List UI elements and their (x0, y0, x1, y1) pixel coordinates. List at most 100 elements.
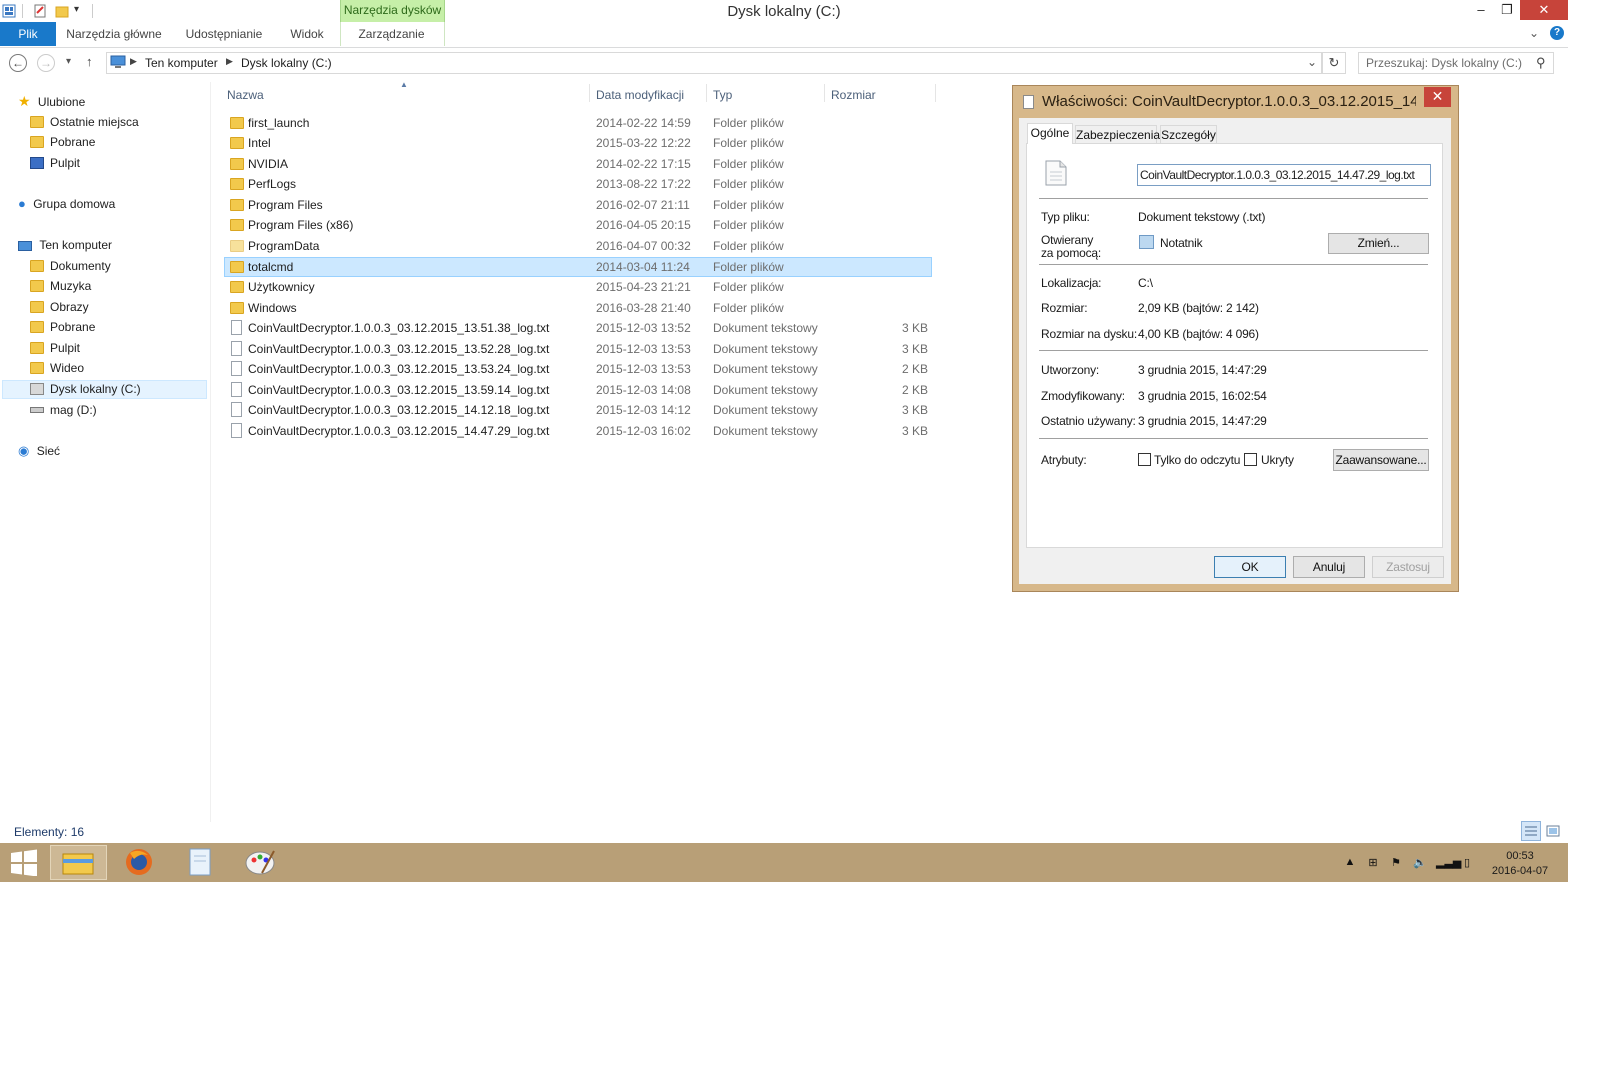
tab-share[interactable]: Udostępnianie (176, 22, 272, 46)
file-date: 2015-12-03 16:02 (596, 424, 691, 438)
file-row[interactable]: CoinVaultDecryptor.1.0.0.3_03.12.2015_13… (224, 359, 932, 379)
column-divider[interactable] (935, 84, 936, 102)
details-view-button[interactable] (1521, 821, 1541, 841)
action-center-icon[interactable]: ⊞ (1366, 856, 1380, 869)
restore-button[interactable]: ❐ (1492, 0, 1522, 22)
column-divider[interactable] (824, 84, 825, 102)
recent-locations-icon[interactable]: ▾ (66, 56, 71, 67)
nav-local-disk[interactable]: Dysk lokalny (C:) (30, 379, 141, 399)
file-size: 3 KB (901, 321, 928, 335)
nav-downloads-pc[interactable]: Pobrane (30, 317, 95, 337)
start-button[interactable] (10, 849, 38, 879)
file-row[interactable]: ProgramData 2016-04-07 00:32 Folder plik… (224, 236, 932, 256)
nav-label: Ulubione (37, 95, 86, 109)
file-row[interactable]: CoinVaultDecryptor.1.0.0.3_03.12.2015_13… (224, 380, 932, 400)
videos-icon (30, 362, 44, 374)
ok-button[interactable]: OK (1214, 556, 1286, 578)
tab-details[interactable]: Szczegóły (1160, 125, 1217, 144)
dialog-close-button[interactable]: ✕ (1424, 87, 1451, 107)
nav-favorites[interactable]: ★ Ulubione (18, 91, 85, 111)
file-row[interactable]: PerfLogs 2013-08-22 17:22 Folder plików (224, 174, 932, 194)
file-date: 2015-03-22 12:22 (596, 136, 691, 150)
file-row[interactable]: CoinVaultDecryptor.1.0.0.3_03.12.2015_14… (224, 421, 932, 441)
tab-home[interactable]: Narzędzia główne (62, 22, 166, 46)
column-divider[interactable] (589, 84, 590, 102)
search-icon[interactable]: ⚲ (1536, 55, 1546, 71)
file-row[interactable]: CoinVaultDecryptor.1.0.0.3_03.12.2015_13… (224, 339, 932, 359)
nav-videos[interactable]: Wideo (30, 358, 84, 378)
nav-homegroup[interactable]: ● Grupa domowa (18, 194, 115, 214)
nav-desktop-pc[interactable]: Pulpit (30, 338, 80, 358)
nav-label: Sieć (36, 444, 61, 458)
nav-pictures[interactable]: Obrazy (30, 297, 89, 317)
tab-file[interactable]: Plik (0, 22, 56, 46)
show-hidden-icons-icon[interactable]: ▲ (1343, 856, 1357, 868)
file-row[interactable]: Intel 2015-03-22 12:22 Folder plików (224, 133, 932, 153)
file-row[interactable]: CoinVaultDecryptor.1.0.0.3_03.12.2015_14… (224, 400, 932, 420)
file-row[interactable]: NVIDIA 2014-02-22 17:15 Folder plików (224, 154, 932, 174)
taskbar-notepad[interactable] (172, 845, 229, 880)
nav-desktop[interactable]: Pulpit (30, 153, 80, 173)
flag-icon[interactable]: ⚑ (1389, 856, 1403, 869)
network-signal-icon[interactable]: ▂▃▅ (1436, 856, 1461, 869)
tab-view[interactable]: Widok (282, 22, 332, 46)
nav-documents[interactable]: Dokumenty (30, 256, 111, 276)
up-button[interactable]: ↑ (86, 54, 93, 69)
file-type: Folder plików (713, 280, 784, 294)
file-date: 2015-04-23 21:21 (596, 280, 691, 294)
taskbar-paint[interactable] (232, 845, 289, 880)
file-name: Intel (248, 136, 271, 150)
folder-icon (230, 117, 244, 129)
nav-this-pc[interactable]: Ten komputer (18, 235, 112, 255)
nav-music[interactable]: Muzyka (30, 276, 91, 296)
hidden-checkbox[interactable] (1244, 453, 1257, 466)
taskbar-file-explorer[interactable] (50, 845, 107, 880)
large-icons-view-button[interactable] (1545, 823, 1561, 839)
column-header-size[interactable]: Rozmiar (831, 88, 876, 102)
cancel-button[interactable]: Anuluj (1293, 556, 1365, 578)
file-row[interactable]: Windows 2016-03-28 21:40 Folder plików (224, 298, 932, 318)
back-button[interactable]: ← (9, 54, 27, 72)
nav-drive-d[interactable]: mag (D:) (30, 400, 97, 420)
forward-button[interactable]: → (37, 54, 55, 72)
file-row[interactable]: Program Files (x86) 2016-04-05 20:15 Fol… (224, 215, 932, 235)
column-divider[interactable] (706, 84, 707, 102)
nav-downloads[interactable]: Pobrane (30, 132, 95, 152)
file-row[interactable]: CoinVaultDecryptor.1.0.0.3_03.12.2015_13… (224, 318, 932, 338)
tab-general[interactable]: Ogólne (1027, 123, 1073, 144)
file-row[interactable]: Program Files 2016-02-07 21:11 Folder pl… (224, 195, 932, 215)
column-header-name[interactable]: Nazwa (227, 88, 264, 102)
recent-places-icon (30, 116, 44, 128)
breadcrumb-local-disk[interactable]: Dysk lokalny (C:) (241, 56, 332, 70)
file-date: 2016-02-07 21:11 (596, 198, 690, 212)
folder-icon (230, 199, 244, 211)
column-header-date[interactable]: Data modyfikacji (596, 88, 684, 102)
refresh-button[interactable]: ↻ (1322, 52, 1346, 74)
column-header-type[interactable]: Typ (713, 88, 732, 102)
close-button[interactable]: ✕ (1520, 0, 1568, 20)
address-dropdown-icon[interactable]: ⌄ (1307, 55, 1317, 69)
readonly-checkbox[interactable] (1138, 453, 1151, 466)
tab-security[interactable]: Zabezpieczenia (1075, 125, 1160, 144)
taskbar-firefox[interactable] (110, 845, 167, 880)
volume-icon[interactable]: 🔈 (1413, 856, 1427, 869)
nav-recent-places[interactable]: Ostatnie miejsca (30, 112, 139, 132)
advanced-button[interactable]: Zaawansowane... (1333, 449, 1429, 471)
nav-network[interactable]: ◉ Sieć (18, 441, 60, 461)
breadcrumb-chevron-icon: ▶ (130, 56, 137, 66)
apply-button[interactable]: Zastosuj (1372, 556, 1444, 578)
folder-icon (230, 302, 244, 314)
file-row-selected[interactable]: totalcmd 2014-03-04 11:24 Folder plików (224, 257, 932, 277)
file-row[interactable]: first_launch 2014-02-22 14:59 Folder pli… (224, 113, 932, 133)
battery-icon[interactable]: ▯ (1460, 856, 1474, 869)
help-icon[interactable]: ? (1550, 26, 1564, 40)
ribbon-expand-icon[interactable]: ⌄ (1529, 26, 1539, 40)
tab-manage[interactable]: Zarządzanie (341, 22, 442, 46)
nav-label: Dysk lokalny (C:) (50, 382, 141, 396)
change-button[interactable]: Zmień... (1328, 233, 1429, 254)
filename-field[interactable]: CoinVaultDecryptor.1.0.0.3_03.12.2015_14… (1137, 164, 1431, 186)
taskbar-clock[interactable]: 00:53 2016-04-07 (1480, 849, 1560, 879)
breadcrumb-this-pc[interactable]: Ten komputer (145, 56, 218, 70)
file-row[interactable]: Użytkownicy 2015-04-23 21:21 Folder plik… (224, 277, 932, 297)
text-document-icon (231, 341, 242, 356)
